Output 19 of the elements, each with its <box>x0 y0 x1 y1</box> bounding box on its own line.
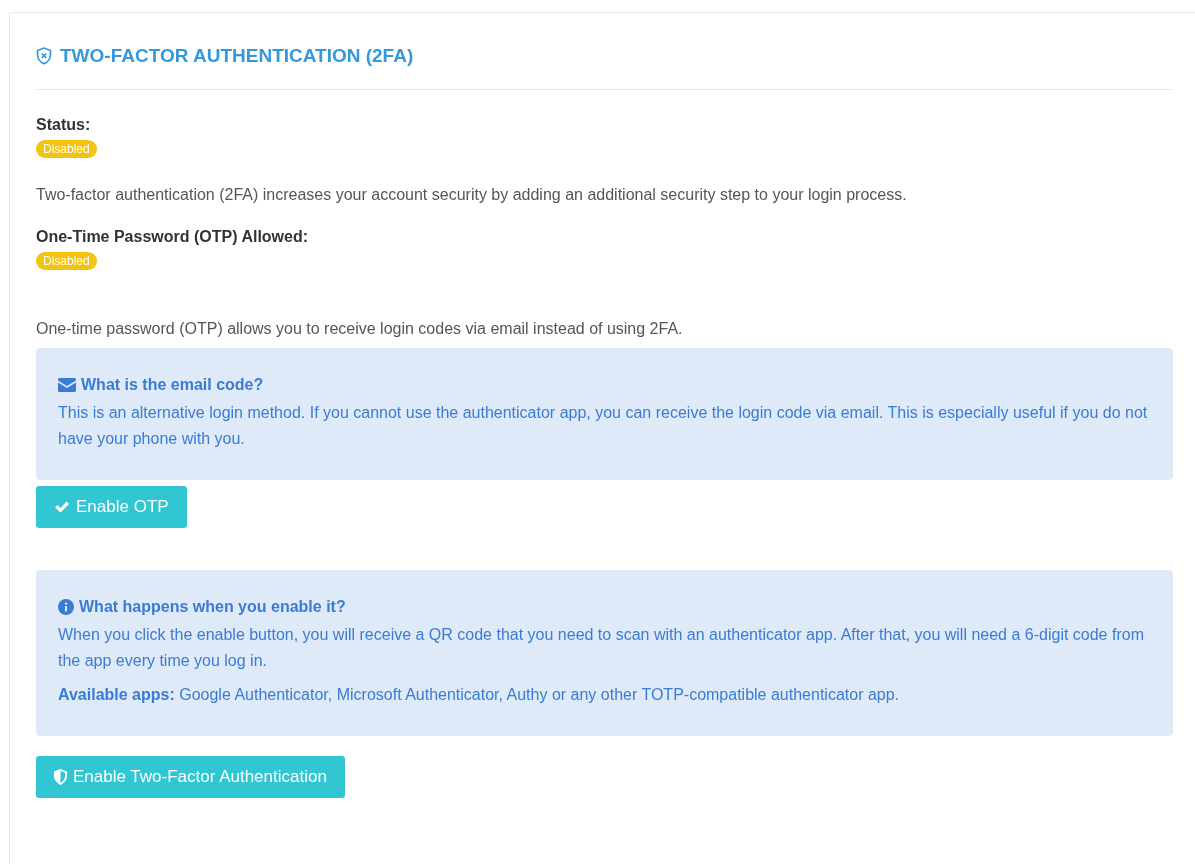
shield-icon <box>54 769 67 785</box>
section-title: TWO-FACTOR AUTHENTICATION (2FA) <box>60 45 414 67</box>
status-badge: Disabled <box>36 252 97 270</box>
status-label: Status: <box>36 116 92 134</box>
info-icon <box>58 599 74 615</box>
description-text: Two-factor authentication (2FA) increases your account security by adding an additional security step to your login process. <box>36 186 908 204</box>
description-text: One-time password (OTP) allows you to receive login codes via email instead of using 2FA. <box>36 320 684 338</box>
status-badge: Disabled <box>36 140 97 158</box>
shield-icon <box>36 47 52 65</box>
alert-text: Available apps: Google Authenticator, Microsoft Authenticator, Authy or any other TOTP-compatible authenticator app. <box>58 685 901 705</box>
otp-label: One-Time Password (OTP) Allowed: <box>36 228 310 246</box>
enable-otp-button[interactable]: Enable OTP <box>36 486 187 528</box>
alert-text: This is an alternative login method. If you cannot use the authenticator app, you can receive the login code via email. This is especially useful if you do not have your phone with you. <box>58 403 1149 449</box>
alert-heading: What happens when you enable it? <box>79 597 346 617</box>
check-icon <box>54 500 70 514</box>
enable-2fa-button[interactable]: Enable Two-Factor Authentication <box>36 756 345 798</box>
alert-heading: What is the email code? <box>81 375 264 395</box>
envelope-icon <box>58 378 76 392</box>
alert-text: When you click the enable button, you will receive a QR code that you need to scan with an authenticator app. After that, you will need a 6-digit code from the app every time you log in. <box>58 625 1145 671</box>
